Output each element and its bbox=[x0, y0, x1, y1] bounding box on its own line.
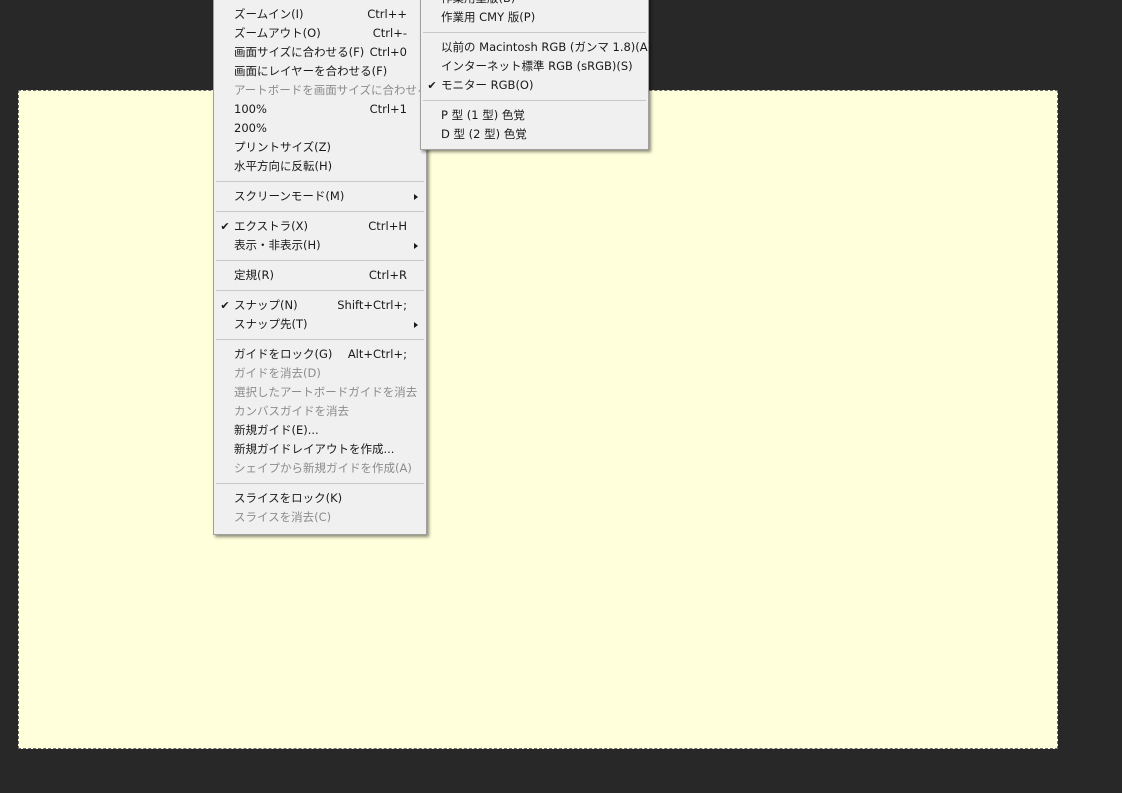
menu-separator bbox=[216, 181, 424, 182]
menu-item-shortcut: Ctrl+1 bbox=[369, 102, 407, 116]
menu-item-clear-canvas-guides: カンバスガイドを消去 bbox=[214, 402, 426, 421]
menu-item-label: 画面にレイヤーを合わせる(F) bbox=[234, 64, 388, 78]
menu-item-label: 新規ガイドレイアウトを作成... bbox=[234, 442, 395, 456]
menu-item-label: カンバスガイドを消去 bbox=[234, 404, 349, 418]
menu-item-shortcut: Alt+Ctrl+; bbox=[347, 347, 407, 361]
menu-item-show[interactable]: 表示・非表示(H) bbox=[214, 236, 426, 255]
menu-item-shortcut: Ctrl+R bbox=[368, 268, 407, 282]
checkmark-icon: ✔ bbox=[220, 220, 230, 233]
menu-item-legacy-macintosh-rgb[interactable]: 以前の Macintosh RGB (ガンマ 1.8)(A) bbox=[421, 38, 652, 57]
menu-item-clear-selected-artboard-guides: 選択したアートボードガイドを消去 bbox=[214, 383, 426, 402]
menu-item-snap-to[interactable]: スナップ先(T) bbox=[214, 315, 426, 334]
checkmark-icon: ✔ bbox=[427, 79, 437, 92]
menu-item-new-guide-layout[interactable]: 新規ガイドレイアウトを作成... bbox=[214, 440, 426, 459]
menu-item-label: スナップ(N) bbox=[234, 298, 298, 312]
menu-item-label: 200% bbox=[234, 121, 267, 135]
document-canvas[interactable] bbox=[18, 90, 1058, 749]
menu-item-shortcut: Ctrl+- bbox=[372, 26, 407, 40]
menu-item-label: 作業用墨版(B) bbox=[441, 0, 515, 8]
menu-separator bbox=[423, 100, 646, 101]
menu-item-label: 新規ガイド(E)... bbox=[234, 423, 319, 437]
menu-item-clear-guides: ガイドを消去(D) bbox=[214, 364, 426, 383]
menu-item-label: 表示・非表示(H) bbox=[234, 238, 321, 252]
menu-item-lock-guides[interactable]: ガイドをロック(G) Alt+Ctrl+; bbox=[214, 345, 426, 364]
menu-item-100-percent[interactable]: 100% Ctrl+1 bbox=[214, 100, 426, 119]
menu-item-fit-layers-on-screen[interactable]: 画面にレイヤーを合わせる(F) bbox=[214, 62, 426, 81]
menu-item-label: 定規(R) bbox=[234, 268, 274, 282]
view-menu-dropdown: ズームイン(I) Ctrl++ ズームアウト(O) Ctrl+- 画面サイズに合… bbox=[213, 0, 444, 535]
menu-item-label: モニター RGB(O) bbox=[441, 78, 534, 92]
menu-item-label: ズームイン(I) bbox=[234, 7, 304, 21]
menu-separator bbox=[216, 339, 424, 340]
menu-item-fit-on-screen[interactable]: 画面サイズに合わせる(F) Ctrl+0 bbox=[214, 43, 426, 62]
menu-separator bbox=[423, 32, 646, 33]
menu-item-working-black-plate[interactable]: 作業用墨版(B) bbox=[421, 0, 648, 8]
menu-item-label: ガイドを消去(D) bbox=[234, 366, 321, 380]
menu-item-shortcut: Ctrl+0 bbox=[369, 45, 407, 59]
menu-separator bbox=[216, 290, 424, 291]
menu-separator bbox=[216, 483, 424, 484]
menu-item-label: ズームアウト(O) bbox=[234, 26, 321, 40]
checkmark-icon: ✔ bbox=[220, 299, 230, 312]
menu-item-label: 以前の Macintosh RGB (ガンマ 1.8)(A) bbox=[441, 40, 653, 54]
menu-item-screen-mode[interactable]: スクリーンモード(M) bbox=[214, 187, 426, 206]
menu-item-snap[interactable]: ✔ スナップ(N) Shift+Ctrl+; bbox=[214, 296, 426, 315]
menu-item-zoom-out[interactable]: ズームアウト(O) Ctrl+- bbox=[214, 24, 426, 43]
menu-item-label: インターネット標準 RGB (sRGB)(S) bbox=[441, 59, 633, 73]
menu-item-working-cmy-plates[interactable]: 作業用 CMY 版(P) bbox=[421, 8, 648, 27]
menu-item-monitor-rgb[interactable]: ✔ モニター RGB(O) bbox=[421, 76, 648, 95]
menu-item-label: プリントサイズ(Z) bbox=[234, 140, 332, 154]
menu-item-shortcut: Ctrl++ bbox=[367, 7, 407, 21]
menu-item-label: 画面サイズに合わせる(F) bbox=[234, 45, 365, 59]
menu-item-shortcut: Shift+Ctrl+; bbox=[337, 298, 407, 312]
menu-item-rulers[interactable]: 定規(R) Ctrl+R bbox=[214, 266, 426, 285]
proof-setup-submenu: 作業用墨版(B) 作業用 CMY 版(P) 以前の Macintosh RGB … bbox=[420, 0, 652, 150]
menu-item-zoom-in[interactable]: ズームイン(I) Ctrl++ bbox=[214, 5, 426, 24]
menu-separator bbox=[216, 260, 424, 261]
menu-item-label: ガイドをロック(G) bbox=[234, 347, 333, 361]
menu-item-extras[interactable]: ✔ エクストラ(X) Ctrl+H bbox=[214, 217, 426, 236]
menu-item-label: スナップ先(T) bbox=[234, 317, 308, 331]
menu-item-200-percent[interactable]: 200% bbox=[214, 119, 426, 138]
menu-item-lock-slices[interactable]: スライスをロック(K) bbox=[214, 489, 426, 508]
menu-item-label: P 型 (1 型) 色覚 bbox=[441, 108, 525, 122]
menu-item-label: 作業用 CMY 版(P) bbox=[441, 10, 536, 24]
selection-marquee bbox=[18, 90, 1058, 749]
submenu-arrow-icon bbox=[414, 322, 418, 328]
menu-item-label: スクリーンモード(M) bbox=[234, 189, 345, 203]
menu-item-print-size[interactable]: プリントサイズ(Z) bbox=[214, 138, 426, 157]
submenu-arrow-icon bbox=[414, 243, 418, 249]
menu-item-label: D 型 (2 型) 色覚 bbox=[441, 127, 527, 141]
menu-item-label: スライスを消去(C) bbox=[234, 510, 332, 524]
menu-item-label: アートボードを画面サイズに合わせる(F) bbox=[234, 83, 445, 97]
menu-item-new-guides-from-shape: シェイプから新規ガイドを作成(A) bbox=[214, 459, 426, 478]
menu-item-fit-artboard-on-screen: アートボードを画面サイズに合わせる(F) bbox=[214, 81, 444, 100]
menu-item-label: スライスをロック(K) bbox=[234, 491, 343, 505]
menu-item-shortcut: Ctrl+H bbox=[368, 219, 407, 233]
menu-item-label: シェイプから新規ガイドを作成(A) bbox=[234, 461, 412, 475]
menu-item-flip-horizontal[interactable]: 水平方向に反転(H) bbox=[214, 157, 426, 176]
menu-item-label: 選択したアートボードガイドを消去 bbox=[234, 385, 418, 399]
menu-item-new-guide[interactable]: 新規ガイド(E)... bbox=[214, 421, 426, 440]
menu-separator bbox=[216, 211, 424, 212]
menu-item-internet-standard-rgb[interactable]: インターネット標準 RGB (sRGB)(S) bbox=[421, 57, 648, 76]
menu-item-label: 水平方向に反転(H) bbox=[234, 159, 333, 173]
submenu-arrow-icon bbox=[414, 194, 418, 200]
menu-item-clear-slices: スライスを消去(C) bbox=[214, 508, 426, 527]
menu-item-label: エクストラ(X) bbox=[234, 219, 309, 233]
menu-item-deuteranopia[interactable]: D 型 (2 型) 色覚 bbox=[421, 125, 648, 144]
menu-item-protanopia[interactable]: P 型 (1 型) 色覚 bbox=[421, 106, 648, 125]
menu-item-label: 100% bbox=[234, 102, 267, 116]
